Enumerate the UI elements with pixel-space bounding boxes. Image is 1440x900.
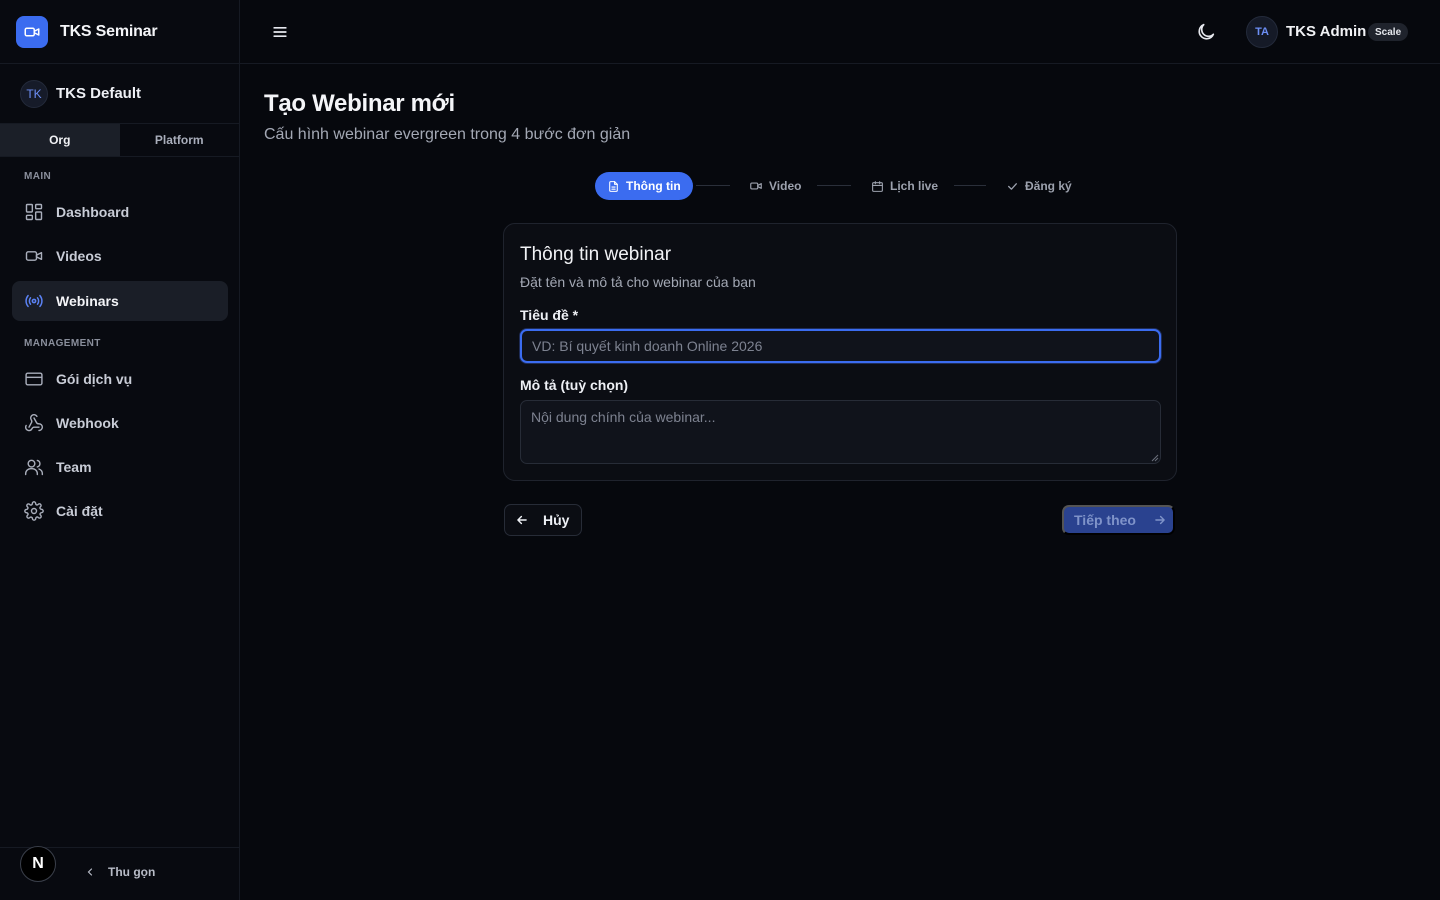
org-name: TKS Default (56, 85, 142, 102)
broadcast-icon (24, 291, 44, 311)
video-camera-icon (16, 15, 48, 48)
sidebar-item-team[interactable]: Team (12, 447, 228, 487)
sidebar-item-webinars[interactable]: Webinars (12, 281, 228, 321)
plan-badge: Scale (1368, 23, 1409, 41)
page-title: Tạo Webinar mới (264, 90, 455, 117)
card-title: Thông tin webinar (520, 244, 672, 265)
sidebar-item-label: Videos (56, 248, 102, 264)
step-divider (954, 185, 986, 186)
sidebar-item-label: Webinars (56, 293, 119, 309)
brand[interactable]: TKS Seminar (0, 0, 239, 64)
cancel-label: Hủy (543, 512, 570, 528)
org-avatar: TK (20, 79, 48, 108)
n-badge[interactable]: N (20, 846, 56, 882)
moon-icon[interactable] (1195, 21, 1217, 43)
tab-org[interactable]: Org (0, 124, 120, 156)
cancel-button[interactable]: Hủy (504, 504, 582, 536)
sidebar-footer: N Thu gọn (0, 846, 239, 900)
brand-name: TKS Seminar (60, 22, 158, 40)
step-label: Video (769, 179, 802, 193)
document-icon (607, 180, 620, 193)
step-divider (817, 185, 851, 186)
tab-platform[interactable]: Platform (120, 124, 240, 156)
avatar[interactable]: TA (1246, 16, 1278, 48)
credit-card-icon (24, 369, 44, 389)
sidebar-item-dashboard[interactable]: Dashboard (12, 192, 228, 232)
sidebar-item-label: Webhook (56, 415, 119, 431)
step-label: Lịch live (890, 179, 939, 193)
sidebar-item-label: Team (56, 459, 92, 475)
sidebar-item-videos[interactable]: Videos (12, 236, 228, 276)
sidebar: TKS Seminar TK TKS Default Org Platform … (0, 0, 240, 900)
section-management: MANAGEMENT (24, 337, 101, 349)
step-video[interactable]: Video (749, 172, 801, 200)
section-main: MAIN (24, 170, 52, 182)
card-subtitle: Đặt tên và mô tả cho webinar của bạn (520, 274, 756, 290)
video-icon (24, 246, 44, 266)
chevron-left-icon (84, 866, 96, 878)
org-switcher[interactable]: TK TKS Default (0, 64, 239, 124)
step-info[interactable]: Thông tin (595, 172, 693, 200)
step-label: Đăng ký (1025, 179, 1072, 193)
title-input[interactable] (520, 329, 1161, 363)
stepper: Thông tin Video Lịch live Đăng ký (595, 172, 1095, 200)
step-divider (696, 185, 730, 186)
sidebar-item-webhook[interactable]: Webhook (12, 403, 228, 443)
step-schedule[interactable]: Lịch live (871, 172, 938, 200)
arrow-right-icon (1153, 513, 1167, 527)
gear-icon (24, 501, 44, 521)
title-label: Tiêu đề * (520, 307, 579, 323)
description-textarea[interactable] (520, 400, 1161, 464)
collapse-button[interactable]: Thu gọn (84, 865, 155, 879)
menu-icon[interactable] (270, 22, 290, 42)
video-icon (749, 179, 763, 193)
next-label: Tiếp theo (1074, 512, 1136, 528)
scope-tabs: Org Platform (0, 124, 239, 157)
dashboard-grid-icon (24, 202, 44, 222)
webhook-icon (24, 413, 44, 433)
top-bar: TA TKS Admin Scale (240, 0, 1440, 64)
webinar-info-card: Thông tin webinar Đặt tên và mô tả cho w… (503, 223, 1177, 481)
page-subtitle: Cấu hình webinar evergreen trong 4 bước … (264, 126, 631, 143)
description-label: Mô tả (tuỳ chọn) (520, 377, 629, 393)
sidebar-item-label: Cài đặt (56, 503, 103, 519)
step-register[interactable]: Đăng ký (1006, 172, 1072, 200)
users-icon (24, 457, 44, 477)
resize-handle-icon[interactable] (1149, 452, 1159, 462)
next-button[interactable]: Tiếp theo (1062, 505, 1175, 535)
sidebar-item-label: Gói dịch vụ (56, 371, 133, 387)
sidebar-item-label: Dashboard (56, 204, 130, 220)
sidebar-item-plans[interactable]: Gói dịch vụ (12, 359, 228, 399)
user-name[interactable]: TKS Admin (1286, 23, 1366, 40)
arrow-left-icon (515, 513, 529, 527)
sidebar-item-settings[interactable]: Cài đặt (12, 491, 228, 531)
check-icon (1006, 180, 1019, 193)
collapse-label: Thu gọn (108, 865, 156, 879)
calendar-icon (871, 180, 884, 193)
step-label: Thông tin (626, 179, 681, 193)
